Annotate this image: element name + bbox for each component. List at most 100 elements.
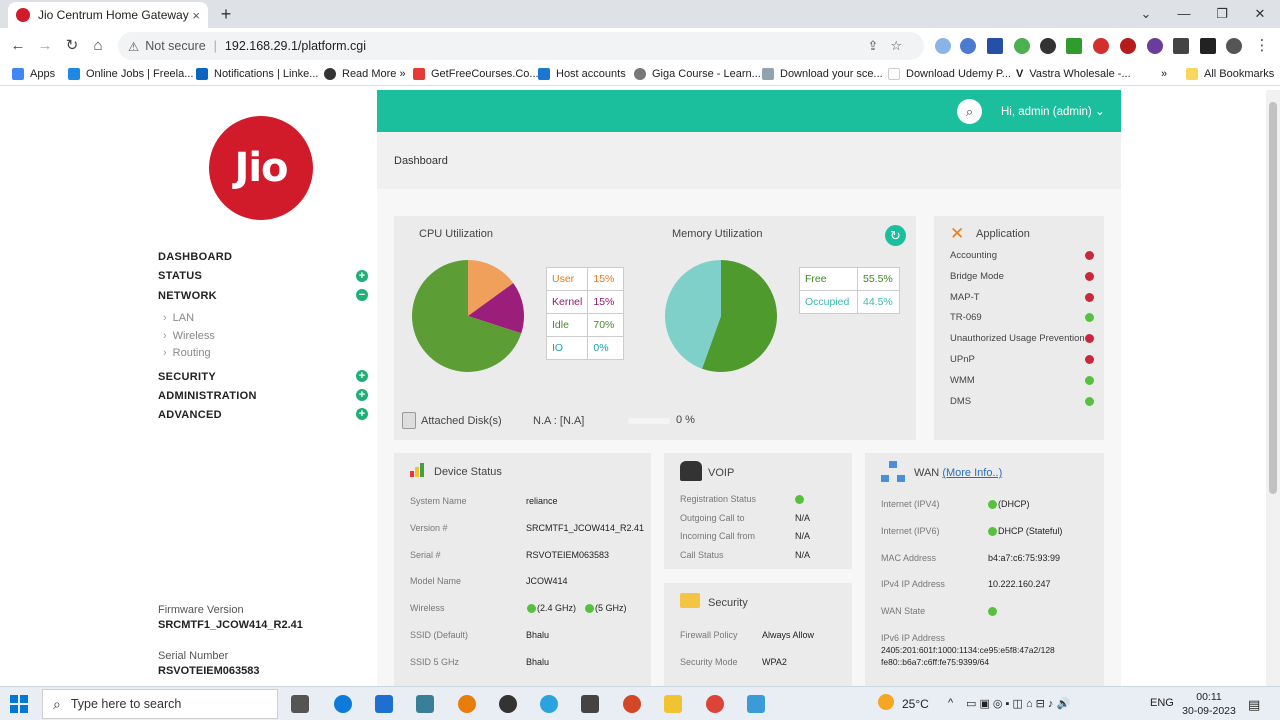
app-icon[interactable] <box>747 695 765 713</box>
memory-pie-chart <box>665 260 777 372</box>
edge-icon[interactable] <box>334 695 352 713</box>
task-view-icon[interactable] <box>291 695 309 713</box>
extension-icon[interactable] <box>935 38 951 54</box>
taskbar-search-input[interactable]: ⌕ Type here to search <box>42 689 278 719</box>
device-row-label: Wireless <box>410 603 445 614</box>
maximize-icon[interactable]: ❐ <box>1202 0 1242 28</box>
app-icon[interactable] <box>499 695 517 713</box>
temperature[interactable]: 25°C <box>902 697 929 711</box>
breadcrumb-dashboard[interactable]: Dashboard <box>394 155 448 167</box>
telegram-icon[interactable] <box>540 695 558 713</box>
language-indicator[interactable]: ENG <box>1150 697 1174 709</box>
windows-start-icon[interactable] <box>10 695 28 713</box>
menu-network[interactable]: NETWORK <box>158 290 217 302</box>
translate-icon[interactable] <box>960 38 976 54</box>
menu-dashboard[interactable]: DASHBOARD <box>158 251 232 263</box>
bar-chart-icon <box>410 463 424 477</box>
expand-icon[interactable]: + <box>356 270 368 282</box>
more-bookmarks-button[interactable]: » <box>1161 68 1167 80</box>
extension-icon[interactable] <box>987 38 1003 54</box>
back-icon[interactable]: ← <box>8 36 28 56</box>
bookmark-item[interactable]: Host accounts <box>538 68 626 80</box>
bookmark-apps[interactable]: Apps <box>12 68 55 80</box>
refresh-icon[interactable]: ↻ <box>885 225 906 246</box>
search-icon[interactable]: ⌕ <box>957 99 982 124</box>
blender-icon[interactable] <box>458 695 476 713</box>
download-icon[interactable] <box>1066 38 1082 54</box>
voip-panel: VOIP Registration Status Outgoing Call to… <box>664 453 852 569</box>
bookmark-item[interactable]: Notifications | Linke... <box>196 68 318 80</box>
close-window-icon[interactable]: ✕ <box>1240 0 1280 28</box>
app-icon[interactable] <box>581 695 599 713</box>
scrollbar-thumb[interactable] <box>1269 102 1277 494</box>
device-row-label: SSID (Default) <box>410 630 469 640</box>
bookmark-item[interactable]: Read More » <box>324 68 406 80</box>
cpu-title: CPU Utilization <box>419 228 493 240</box>
linkedin-icon <box>196 68 208 80</box>
extension-icon[interactable] <box>1093 38 1109 54</box>
extension-icon[interactable] <box>1147 38 1163 54</box>
device-status-title: Device Status <box>434 466 502 478</box>
share-bookmark-icons[interactable]: ⇪☆ <box>867 38 914 54</box>
phone-icon <box>680 461 702 481</box>
menu-security[interactable]: SECURITY <box>158 371 216 383</box>
page-scrollbar[interactable] <box>1266 90 1280 686</box>
menu-administration[interactable]: ADMINISTRATION <box>158 390 257 402</box>
clock[interactable]: 00:11 30-09-2023 <box>1180 690 1238 718</box>
expand-icon[interactable]: + <box>356 408 368 420</box>
menu-status[interactable]: STATUS <box>158 270 202 282</box>
bookmark-item[interactable]: Online Jobs | Freela... <box>68 68 193 80</box>
puzzle-icon[interactable] <box>1173 38 1189 54</box>
home-icon[interactable]: ⌂ <box>88 36 108 56</box>
tab-search-icon[interactable]: ⌄ <box>1126 0 1166 28</box>
wan-row-value: b4:a7:c6:75:93:99 <box>988 552 1061 563</box>
forward-icon[interactable]: → <box>35 36 55 56</box>
extension-icon[interactable] <box>1040 38 1056 54</box>
wan-more-info-link[interactable]: (More Info..) <box>942 467 1002 479</box>
menu-advanced[interactable]: ADVANCED <box>158 409 222 421</box>
file-explorer-icon[interactable] <box>664 695 682 713</box>
weather-icon[interactable] <box>878 694 894 710</box>
avatar[interactable] <box>1226 38 1242 54</box>
tray-chevron-icon[interactable]: ^ <box>948 697 953 709</box>
status-ok-icon <box>988 607 997 617</box>
expand-icon[interactable]: + <box>356 389 368 401</box>
mail-icon[interactable] <box>375 695 393 713</box>
status-ok-icon <box>988 500 997 509</box>
user-menu[interactable]: Hi, admin (admin) ⌄ <box>1001 104 1105 118</box>
bookmark-item[interactable]: GetFreeCourses.Co... <box>413 68 539 80</box>
address-bar[interactable]: ⚠ Not secure | 192.168.29.1/platform.cgi… <box>118 32 924 60</box>
collapse-icon[interactable]: − <box>356 289 368 301</box>
bookmark-item[interactable]: Download your sce... <box>762 68 883 80</box>
bookmark-item[interactable]: V Vastra Wholesale -... <box>1016 68 1131 80</box>
submenu-lan[interactable]: LAN <box>163 312 194 324</box>
warning-icon[interactable]: ⚠ <box>128 39 139 54</box>
new-tab-button[interactable]: + <box>216 4 236 24</box>
expand-icon[interactable]: + <box>356 370 368 382</box>
minimize-icon[interactable]: — <box>1164 0 1204 28</box>
reload-icon[interactable]: ↻ <box>62 36 82 56</box>
browser-tab[interactable]: Jio Centrum Home Gateway : × <box>8 2 208 28</box>
close-tab-icon[interactable]: × <box>192 8 200 23</box>
wan-row-value: (DHCP) <box>998 499 1030 509</box>
bookmark-item[interactable]: Giga Course - Learn... <box>634 68 761 80</box>
notification-icon[interactable]: ▤ <box>1248 697 1260 713</box>
apps-icon <box>12 68 24 80</box>
chrome-icon[interactable] <box>706 695 724 713</box>
submenu-wireless[interactable]: Wireless <box>163 330 215 342</box>
security-label[interactable]: Not secure <box>145 39 205 53</box>
extension-icon[interactable] <box>1120 38 1136 54</box>
application-item-label: MAP-T <box>950 291 980 303</box>
submenu-routing[interactable]: Routing <box>163 347 211 359</box>
url-text[interactable]: 192.168.29.1/platform.cgi <box>225 39 366 53</box>
powerpoint-icon[interactable] <box>623 695 641 713</box>
tray-icons[interactable]: ▭ ▣ ◎ ▪ ◫ ⌂ ⊟ ♪ 🔊 <box>966 697 1070 710</box>
application-item-label: TR-069 <box>950 312 982 324</box>
app-icon[interactable] <box>416 695 434 713</box>
menu-icon[interactable]: ⋮ <box>1252 36 1272 56</box>
all-bookmarks[interactable]: All Bookmarks <box>1186 68 1274 80</box>
bookmark-item[interactable]: Download Udemy P... <box>888 68 1011 80</box>
sidepanel-icon[interactable] <box>1200 38 1216 54</box>
extension-icon[interactable] <box>1014 38 1030 54</box>
status-ok-icon <box>585 604 594 614</box>
